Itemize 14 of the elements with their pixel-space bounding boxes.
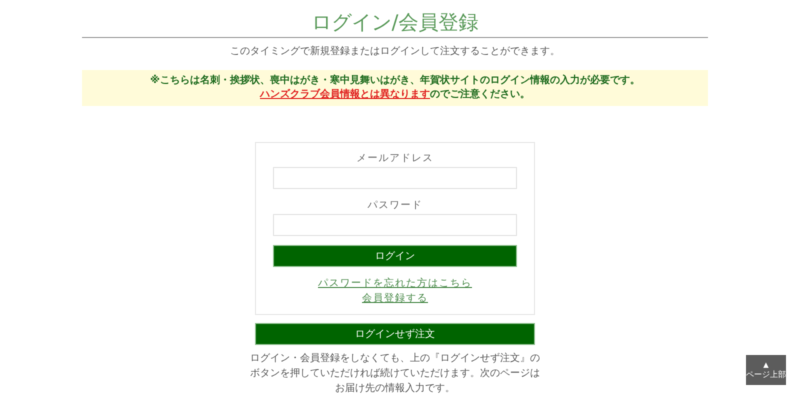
warning-link[interactable]: ハンズクラブ会員情報とは異なります (260, 89, 430, 100)
page-title: ログイン/会員登録 (82, 10, 708, 38)
text-link[interactable]: パスワードを忘れた方はこちら (318, 276, 472, 290)
login-button[interactable]: ログイン (273, 245, 517, 267)
input-field[interactable] (273, 167, 517, 189)
intro-text: このタイミングで新規登録またはログインして注文することができます。 (230, 44, 560, 58)
input-field[interactable] (273, 214, 517, 236)
guest-order-button[interactable]: ログインせず注文 (255, 323, 535, 345)
field-label: メールアドレス (356, 152, 434, 165)
field-label: パスワード (366, 199, 424, 212)
text-link[interactable]: 会員登録する (362, 291, 428, 305)
notice-text: ※こちらは名刺・挨拶状、喪中はがき・寒中見舞いはがき、年賀状サイトのログイン情報の入力が必要です。 (150, 74, 640, 88)
guest-note: ログイン・会員登録をしなくても、上の『ログインせず注文』のボタンを押していただければ続けていただけます。次のページはお届け先の情報入力です。 (249, 352, 541, 396)
notice-text: のでご注意ください。 (430, 89, 530, 100)
